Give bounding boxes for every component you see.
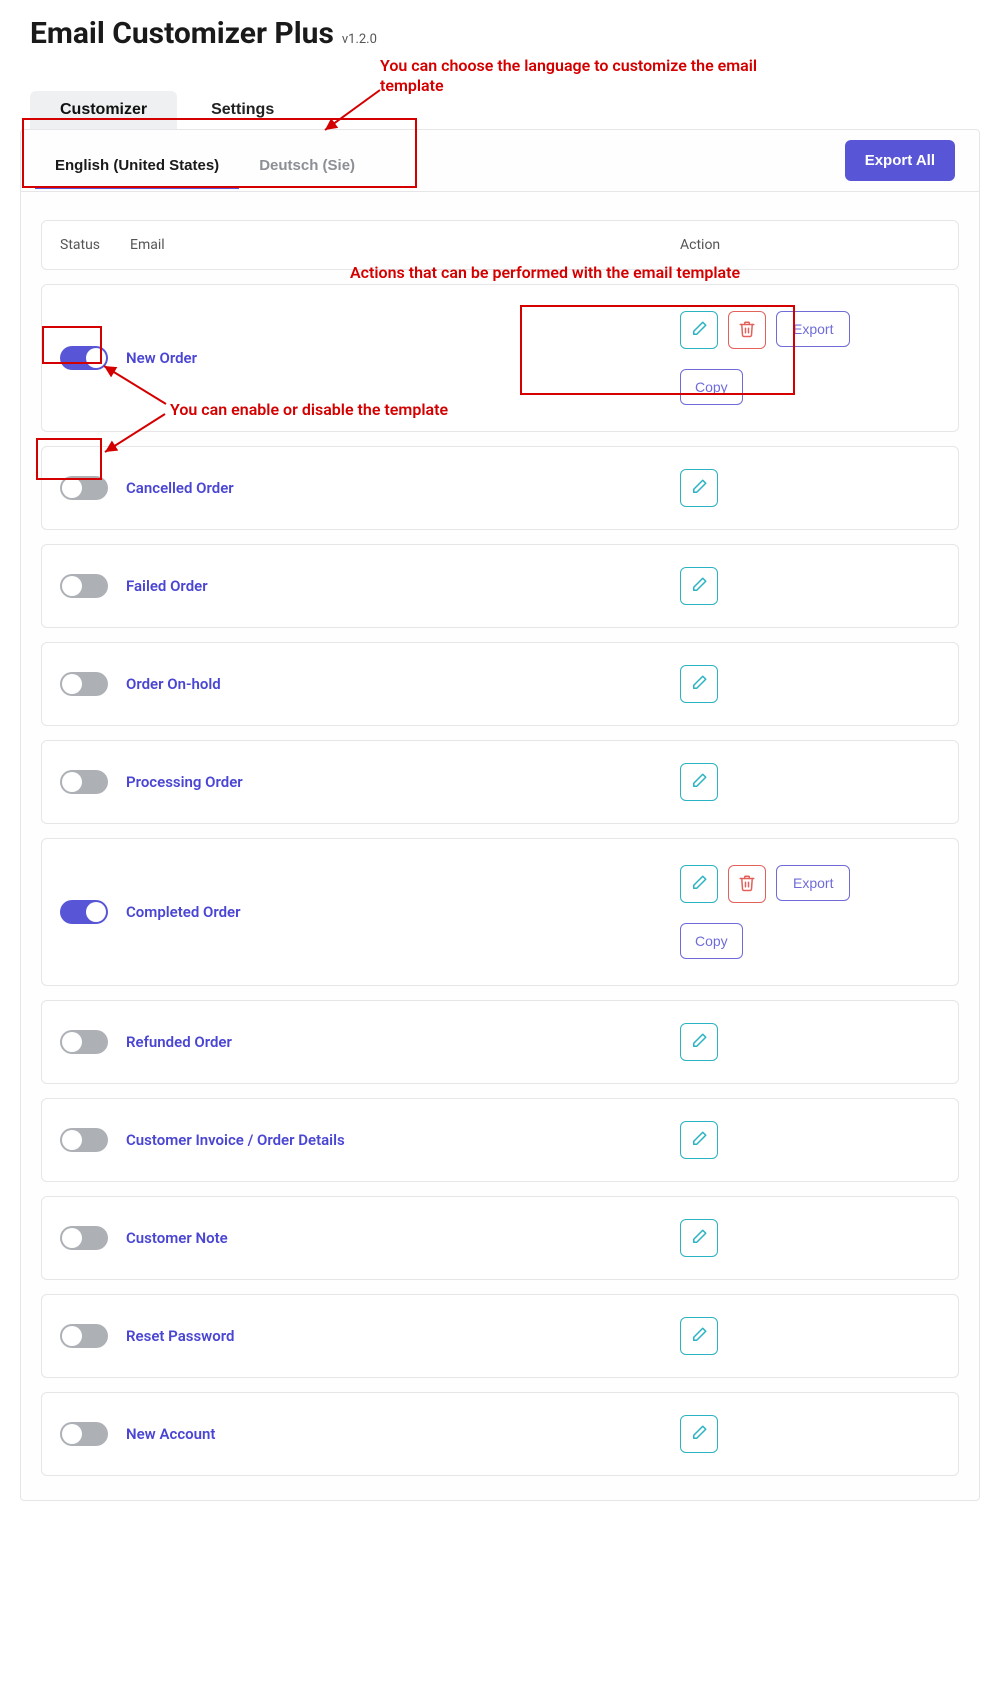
- row-actions: [680, 1023, 940, 1061]
- template-name[interactable]: Refunded Order: [126, 1033, 680, 1051]
- status-toggle[interactable]: [60, 1226, 108, 1250]
- customizer-panel: English (United States) Deutsch (Sie) Ex…: [20, 129, 980, 1501]
- trash-icon: [738, 874, 756, 895]
- template-name[interactable]: Customer Note: [126, 1229, 680, 1247]
- export-all-button[interactable]: Export All: [845, 140, 955, 181]
- edit-button[interactable]: [680, 763, 718, 801]
- status-toggle[interactable]: [60, 476, 108, 500]
- template-row: Customer Note: [41, 1196, 959, 1280]
- edit-button[interactable]: [680, 1023, 718, 1061]
- lang-tab-en[interactable]: English (United States): [35, 143, 239, 188]
- row-actions: [680, 665, 940, 703]
- template-row: Cancelled Order: [41, 446, 959, 530]
- row-actions: [680, 1415, 940, 1453]
- pencil-icon: [690, 320, 708, 341]
- pencil-icon: [690, 1032, 708, 1053]
- template-row: New Account: [41, 1392, 959, 1476]
- edit-button[interactable]: [680, 567, 718, 605]
- pencil-icon: [690, 478, 708, 499]
- template-row: Failed Order: [41, 544, 959, 628]
- row-actions: [680, 1121, 940, 1159]
- template-name[interactable]: Completed Order: [126, 903, 680, 921]
- template-row: Customer Invoice / Order Details: [41, 1098, 959, 1182]
- col-action-header: Action: [680, 237, 940, 253]
- page-title: Email Customizer Plus: [30, 16, 334, 51]
- template-name[interactable]: New Order: [126, 349, 680, 367]
- pencil-icon: [690, 1228, 708, 1249]
- template-row: Refunded Order: [41, 1000, 959, 1084]
- template-name[interactable]: Failed Order: [126, 577, 680, 595]
- row-actions: Export Copy: [680, 865, 940, 959]
- template-name[interactable]: Cancelled Order: [126, 479, 680, 497]
- table-header: Status Email Action: [41, 220, 959, 270]
- status-toggle[interactable]: [60, 1128, 108, 1152]
- pencil-icon: [690, 1130, 708, 1151]
- status-toggle[interactable]: [60, 346, 108, 370]
- pencil-icon: [690, 1424, 708, 1445]
- template-row: New Order Export Copy: [41, 284, 959, 432]
- template-rows: New Order Export Copy Cancelled Order Failed…: [21, 284, 979, 1476]
- status-toggle[interactable]: [60, 770, 108, 794]
- pencil-icon: [690, 576, 708, 597]
- export-button[interactable]: Export: [776, 865, 850, 901]
- status-toggle[interactable]: [60, 900, 108, 924]
- template-name[interactable]: Reset Password: [126, 1327, 680, 1345]
- row-actions: [680, 1317, 940, 1355]
- edit-button[interactable]: [680, 1415, 718, 1453]
- row-actions: [680, 1219, 940, 1257]
- status-toggle[interactable]: [60, 574, 108, 598]
- delete-button[interactable]: [728, 865, 766, 903]
- template-row: Reset Password: [41, 1294, 959, 1378]
- template-name[interactable]: Customer Invoice / Order Details: [126, 1131, 680, 1149]
- pencil-icon: [690, 674, 708, 695]
- template-row: Order On-hold: [41, 642, 959, 726]
- row-actions: [680, 763, 940, 801]
- language-bar: English (United States) Deutsch (Sie) Ex…: [21, 130, 979, 192]
- template-name[interactable]: Order On-hold: [126, 675, 680, 693]
- status-toggle[interactable]: [60, 1324, 108, 1348]
- copy-button[interactable]: Copy: [680, 369, 743, 405]
- delete-button[interactable]: [728, 311, 766, 349]
- edit-button[interactable]: [680, 1219, 718, 1257]
- col-status-header: Status: [60, 237, 130, 253]
- status-toggle[interactable]: [60, 672, 108, 696]
- tab-settings[interactable]: Settings: [181, 91, 304, 129]
- export-button[interactable]: Export: [776, 311, 850, 347]
- version-label: v1.2.0: [342, 32, 377, 47]
- pencil-icon: [690, 1326, 708, 1347]
- edit-button[interactable]: [680, 1121, 718, 1159]
- template-name[interactable]: New Account: [126, 1425, 680, 1443]
- row-actions: Export Copy: [680, 311, 940, 405]
- template-row: Processing Order: [41, 740, 959, 824]
- primary-tabs: Customizer Settings: [0, 91, 1000, 129]
- lang-tab-de[interactable]: Deutsch (Sie): [239, 143, 375, 188]
- trash-icon: [738, 320, 756, 341]
- row-actions: [680, 567, 940, 605]
- copy-button[interactable]: Copy: [680, 923, 743, 959]
- template-row: Completed Order Export Copy: [41, 838, 959, 986]
- status-toggle[interactable]: [60, 1030, 108, 1054]
- edit-button[interactable]: [680, 665, 718, 703]
- pencil-icon: [690, 772, 708, 793]
- status-toggle[interactable]: [60, 1422, 108, 1446]
- edit-button[interactable]: [680, 865, 718, 903]
- template-name[interactable]: Processing Order: [126, 773, 680, 791]
- edit-button[interactable]: [680, 311, 718, 349]
- col-email-header: Email: [130, 237, 680, 253]
- tab-customizer[interactable]: Customizer: [30, 91, 177, 129]
- pencil-icon: [690, 874, 708, 895]
- edit-button[interactable]: [680, 1317, 718, 1355]
- row-actions: [680, 469, 940, 507]
- edit-button[interactable]: [680, 469, 718, 507]
